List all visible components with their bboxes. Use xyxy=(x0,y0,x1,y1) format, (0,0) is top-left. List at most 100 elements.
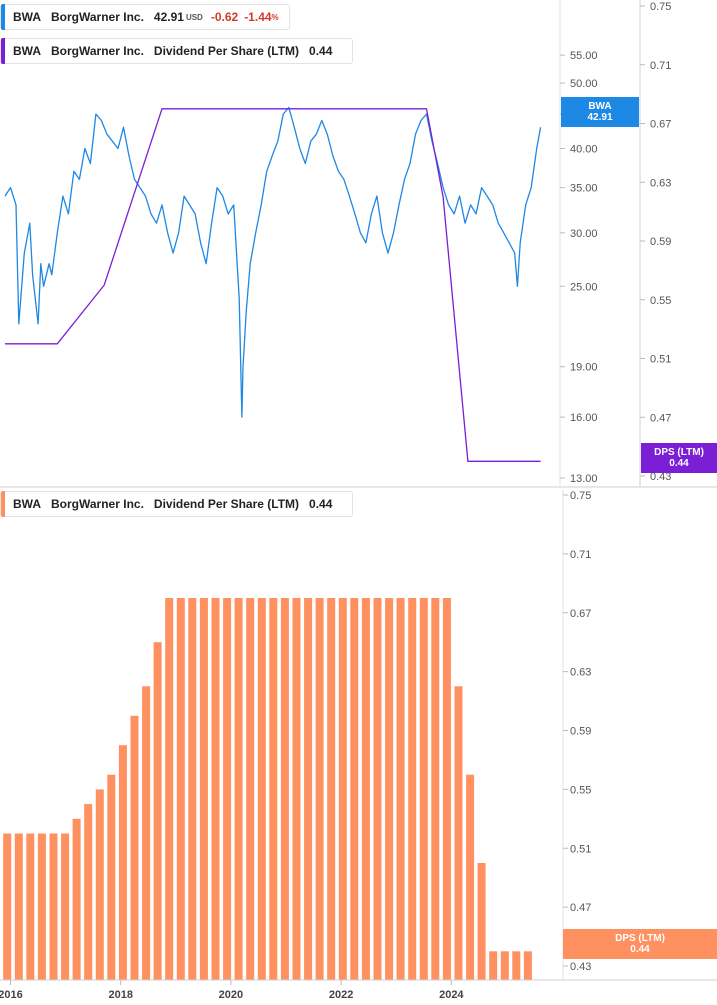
x-tick-label: 2018 xyxy=(108,989,132,1001)
dps-bar xyxy=(442,598,451,980)
left-tick-label: 19.00 xyxy=(570,362,598,374)
dps-bar xyxy=(419,598,428,980)
right-tick-label: 0.55 xyxy=(650,295,671,307)
dps-bar xyxy=(373,598,382,980)
bottom-right-tick-label: 0.67 xyxy=(570,608,591,620)
dps-legend-top-ticker: BWA xyxy=(13,44,41,58)
price-tag-value: 42.91 xyxy=(587,112,613,123)
price-series-line xyxy=(4,106,542,418)
right-tick-label: 0.75 xyxy=(650,1,671,13)
dps-bar xyxy=(61,833,70,980)
right-tick-label: 0.67 xyxy=(650,119,671,131)
dps-tag-bottom-label: DPS (LTM) xyxy=(615,933,665,944)
right-tick-label: 0.47 xyxy=(650,412,671,424)
bottom-right-tick-label: 0.43 xyxy=(570,961,591,973)
bottom-right-tick-label: 0.47 xyxy=(570,902,591,914)
dps-bar xyxy=(477,863,486,980)
dps-bar xyxy=(523,951,532,980)
dps-bar xyxy=(304,598,313,980)
right-tick-label: 0.59 xyxy=(650,236,671,248)
price-value-tag: BWA 42.91 xyxy=(561,97,639,127)
left-tick-label: 35.00 xyxy=(570,183,598,195)
bottom-right-tick-label: 0.71 xyxy=(570,549,591,561)
price-legend-pct-sign: % xyxy=(271,12,279,22)
bottom-right-tick-label: 0.75 xyxy=(570,490,591,502)
dps-bar xyxy=(14,833,23,980)
right-tick-label: 0.51 xyxy=(650,354,671,366)
price-legend-change-pct: -1.44 xyxy=(244,10,272,24)
dps-tag-top-value: 0.44 xyxy=(669,458,689,469)
dps-legend-bottom-swatch xyxy=(1,491,5,517)
dps-tag-top-label: DPS (LTM) xyxy=(654,447,704,458)
dps-bar xyxy=(211,598,220,980)
dps-value-tag-top: DPS (LTM) 0.44 xyxy=(641,443,717,473)
right-tick-label: 0.63 xyxy=(650,177,671,189)
dps-value-tag-bottom: DPS (LTM) 0.44 xyxy=(563,929,717,959)
dps-bar xyxy=(188,598,197,980)
dps-bar xyxy=(512,951,521,980)
price-legend-swatch xyxy=(1,4,5,30)
dps-bar xyxy=(246,598,255,980)
dps-legend-bottom-ticker: BWA xyxy=(13,497,41,511)
dps-bar xyxy=(269,598,278,980)
dps-bar xyxy=(107,774,116,980)
dps-bar xyxy=(489,951,498,980)
dps-bar xyxy=(408,598,417,980)
dps-bar xyxy=(361,598,370,980)
left-tick-label: 13.00 xyxy=(570,473,598,485)
dps-bar xyxy=(3,833,12,980)
dps-bar xyxy=(500,951,509,980)
dps-legend-top-name: BorgWarner Inc. xyxy=(51,44,144,58)
dps-bar xyxy=(338,598,347,980)
dps-legend-bottom-metric: Dividend Per Share (LTM) xyxy=(153,497,300,511)
price-legend-ticker: BWA xyxy=(13,10,41,24)
dps-bar xyxy=(84,804,93,980)
dps-legend-bottom[interactable]: BWA BorgWarner Inc. Dividend Per Share (… xyxy=(0,491,354,517)
dps-tag-bottom-value: 0.44 xyxy=(630,944,650,955)
dps-bar xyxy=(72,818,81,980)
dps-bar xyxy=(118,745,127,980)
dps-bar xyxy=(234,598,243,980)
dps-legend-bottom-value: 0.44 xyxy=(309,497,333,511)
left-tick-label: 25.00 xyxy=(570,281,598,293)
left-tick-label: 40.00 xyxy=(570,143,598,155)
dps-bar xyxy=(431,598,440,980)
dps-legend-bottom-name: BorgWarner Inc. xyxy=(51,497,144,511)
dps-bar xyxy=(176,598,185,980)
left-tick-label: 16.00 xyxy=(570,412,598,424)
x-tick-label: 2016 xyxy=(0,989,23,1001)
price-legend-change: -0.62 xyxy=(210,10,239,24)
dps-bar xyxy=(280,598,289,980)
price-legend-name: BorgWarner Inc. xyxy=(51,10,144,24)
dps-bar xyxy=(315,598,324,980)
dps-legend-top-value: 0.44 xyxy=(309,44,333,58)
dps-bar xyxy=(95,789,104,980)
price-legend[interactable]: BWA BorgWarner Inc. 42.91 USD -0.62 -1.4… xyxy=(0,4,290,30)
price-legend-currency: USD xyxy=(185,12,203,22)
dps-bar xyxy=(26,833,35,980)
dps-bar xyxy=(454,686,463,980)
dps-bar xyxy=(385,598,394,980)
price-legend-price: 42.91 xyxy=(153,10,184,24)
left-tick-label: 55.00 xyxy=(570,50,598,62)
dps-bar xyxy=(327,598,336,980)
dps-bar xyxy=(142,686,151,980)
dps-legend-top-metric: Dividend Per Share (LTM) xyxy=(153,44,300,58)
bottom-right-tick-label: 0.59 xyxy=(570,726,591,738)
x-tick-label: 2020 xyxy=(219,989,243,1001)
bottom-right-tick-label: 0.51 xyxy=(570,843,591,855)
left-tick-label: 50.00 xyxy=(570,78,598,90)
dps-legend-top-swatch xyxy=(1,38,5,64)
bottom-right-tick-label: 0.63 xyxy=(570,667,591,679)
dps-legend-top[interactable]: BWA BorgWarner Inc. Dividend Per Share (… xyxy=(0,38,354,64)
left-tick-label: 30.00 xyxy=(570,228,598,240)
price-tag-label: BWA xyxy=(588,101,612,112)
dps-bar xyxy=(37,833,46,980)
x-tick-label: 2022 xyxy=(329,989,353,1001)
bottom-right-tick-label: 0.55 xyxy=(570,784,591,796)
dps-bar xyxy=(165,598,174,980)
dps-series-line xyxy=(5,108,541,462)
dps-bar xyxy=(49,833,58,980)
dps-bar xyxy=(257,598,266,980)
dps-bar xyxy=(223,598,232,980)
